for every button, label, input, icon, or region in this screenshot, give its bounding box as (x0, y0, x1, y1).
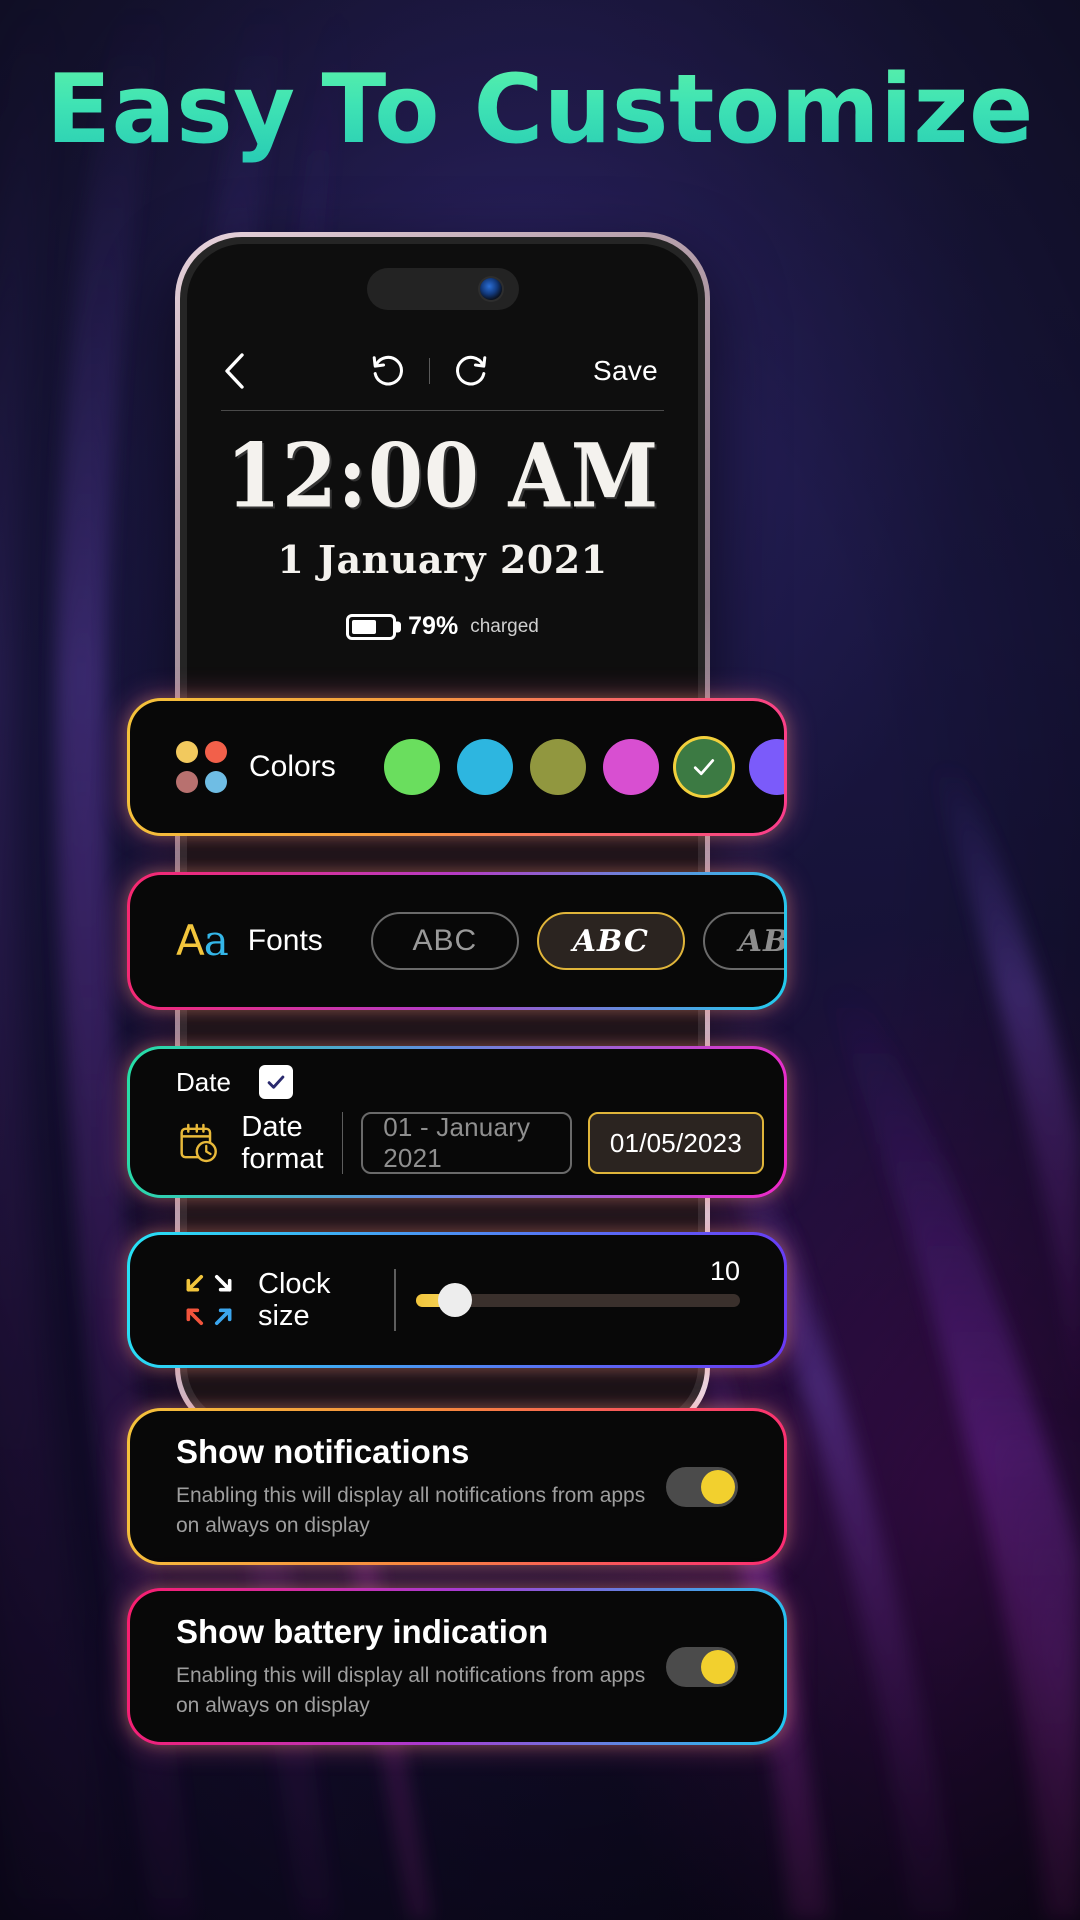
clock-size-label-line2: size (258, 1300, 310, 1332)
card-fonts-body: Aa Fonts ABC ABC ABC (130, 875, 784, 1007)
redo-icon[interactable] (452, 352, 490, 390)
card-show-notifications-body: Show notifications Enabling this will di… (130, 1411, 784, 1562)
clock-size-value: 10 (709, 1255, 740, 1286)
font-option-list: ABC ABC ABC (370, 912, 784, 970)
dynamic-island (366, 268, 519, 310)
color-swatch-cyan[interactable] (456, 739, 513, 795)
clock-size-label: Clock size (258, 1268, 388, 1333)
fonts-row: Aa Fonts ABC ABC ABC (130, 875, 784, 1007)
swatch-check-icon (676, 739, 732, 795)
front-camera-icon (479, 278, 502, 300)
check-icon (267, 1075, 285, 1089)
save-button[interactable]: Save (593, 355, 664, 387)
notifications-row: Show notifications Enabling this will di… (130, 1411, 784, 1562)
battery-percent: 79% (408, 612, 459, 640)
color-swatch-list (383, 739, 784, 795)
battery-text: Show battery indication Enabling this wi… (176, 1613, 666, 1721)
toolbar-divider-line (221, 410, 664, 411)
dot-2 (205, 741, 227, 763)
back-button[interactable] (221, 351, 267, 391)
date-format-option-short[interactable]: 01/05/2023 (587, 1112, 765, 1175)
clock-size-label-line1: Clock (258, 1267, 331, 1300)
aa-icon: Aa (176, 920, 229, 962)
date-checkbox[interactable] (258, 1065, 293, 1099)
aa-icon-upper: A (176, 916, 205, 965)
card-clock-size-body: Clock size 10 (130, 1235, 784, 1365)
battery-indicator: 79% charged (187, 612, 698, 641)
battery-row: Show battery indication Enabling this wi… (130, 1591, 784, 1742)
battery-title: Show battery indication (176, 1612, 549, 1650)
undo-redo-group (267, 352, 593, 390)
battery-icon (346, 613, 397, 640)
page-title: Easy To Customize (0, 55, 1080, 165)
clock-size-row: Clock size 10 (130, 1235, 784, 1365)
app-toolbar: Save (187, 337, 698, 405)
battery-status: charged (470, 615, 539, 637)
colors-row: Colors (130, 701, 784, 833)
colors-label: Colors (249, 750, 336, 783)
fonts-label: Fonts (247, 924, 323, 957)
battery-subtitle-line1: Enabling this will display all notificat… (176, 1663, 646, 1687)
font-option-serif[interactable]: ABC (702, 912, 784, 970)
notifications-title: Show notifications (176, 1432, 470, 1470)
font-option-script[interactable]: ABC (536, 912, 685, 970)
card-date-body: Date Date format 01 - January 2021 01/05… (130, 1049, 784, 1195)
clock-date: 1 January 2021 (277, 537, 608, 582)
date-format-row: Date format 01 - January 2021 01/05/2023 (176, 1111, 765, 1176)
clock-preview: 12:00 AM 1 January 2021 79% charged (187, 431, 698, 641)
color-swatch-green[interactable] (383, 739, 440, 795)
headline-word-1: Easy (46, 55, 296, 165)
battery-fill (352, 619, 376, 634)
undo-icon[interactable] (369, 352, 407, 390)
date-divider (341, 1112, 344, 1175)
date-format-option-long[interactable]: 01 - January 2021 (361, 1112, 572, 1175)
dot-1 (176, 741, 198, 763)
resize-arrows-icon (186, 1274, 232, 1326)
date-toggle-row: Date (176, 1065, 293, 1099)
color-swatch-olive[interactable] (529, 739, 586, 795)
card-show-battery: Show battery indication Enabling this wi… (127, 1588, 787, 1745)
card-clock-size: Clock size 10 (127, 1232, 787, 1368)
four-dots-icon (176, 741, 227, 793)
card-colors-body: Colors (130, 701, 784, 833)
color-swatch-magenta[interactable] (602, 739, 659, 795)
date-format-label: Date format (241, 1111, 333, 1176)
dot-4 (205, 770, 227, 793)
aa-icon-lower: a (203, 916, 229, 965)
color-swatch-violet[interactable] (748, 739, 784, 795)
clock-time: 12:00 AM (225, 423, 660, 528)
dot-3 (176, 770, 198, 793)
toolbar-divider (429, 358, 431, 384)
date-label: Date (176, 1066, 231, 1097)
notifications-toggle-knob (701, 1469, 735, 1504)
battery-toggle[interactable] (666, 1646, 738, 1687)
clock-size-slider[interactable]: 10 (416, 1256, 740, 1317)
color-swatch-forest[interactable] (675, 739, 732, 795)
notifications-text: Show notifications Enabling this will di… (176, 1433, 666, 1541)
calendar-clock-icon (180, 1124, 217, 1163)
battery-subtitle-line2: on always on display (176, 1693, 370, 1717)
card-show-battery-body: Show battery indication Enabling this wi… (130, 1591, 784, 1742)
card-show-notifications: Show notifications Enabling this will di… (127, 1408, 787, 1565)
notifications-subtitle-line2: on always on display (176, 1513, 370, 1537)
notifications-toggle[interactable] (666, 1466, 738, 1507)
card-date: Date Date format 01 - January 2021 01/05… (127, 1046, 787, 1198)
slider-thumb[interactable] (437, 1283, 472, 1317)
headline-word-2: To Customize (321, 55, 1034, 165)
chevron-left-icon (225, 353, 244, 389)
battery-toggle-knob (701, 1649, 735, 1684)
notifications-subtitle-line1: Enabling this will display all notificat… (176, 1483, 646, 1507)
clock-size-divider (394, 1269, 396, 1331)
font-option-sans[interactable]: ABC (370, 912, 519, 970)
card-fonts: Aa Fonts ABC ABC ABC (127, 872, 787, 1010)
card-colors: Colors (127, 698, 787, 836)
date-format-label-line1: Date format (241, 1111, 324, 1176)
